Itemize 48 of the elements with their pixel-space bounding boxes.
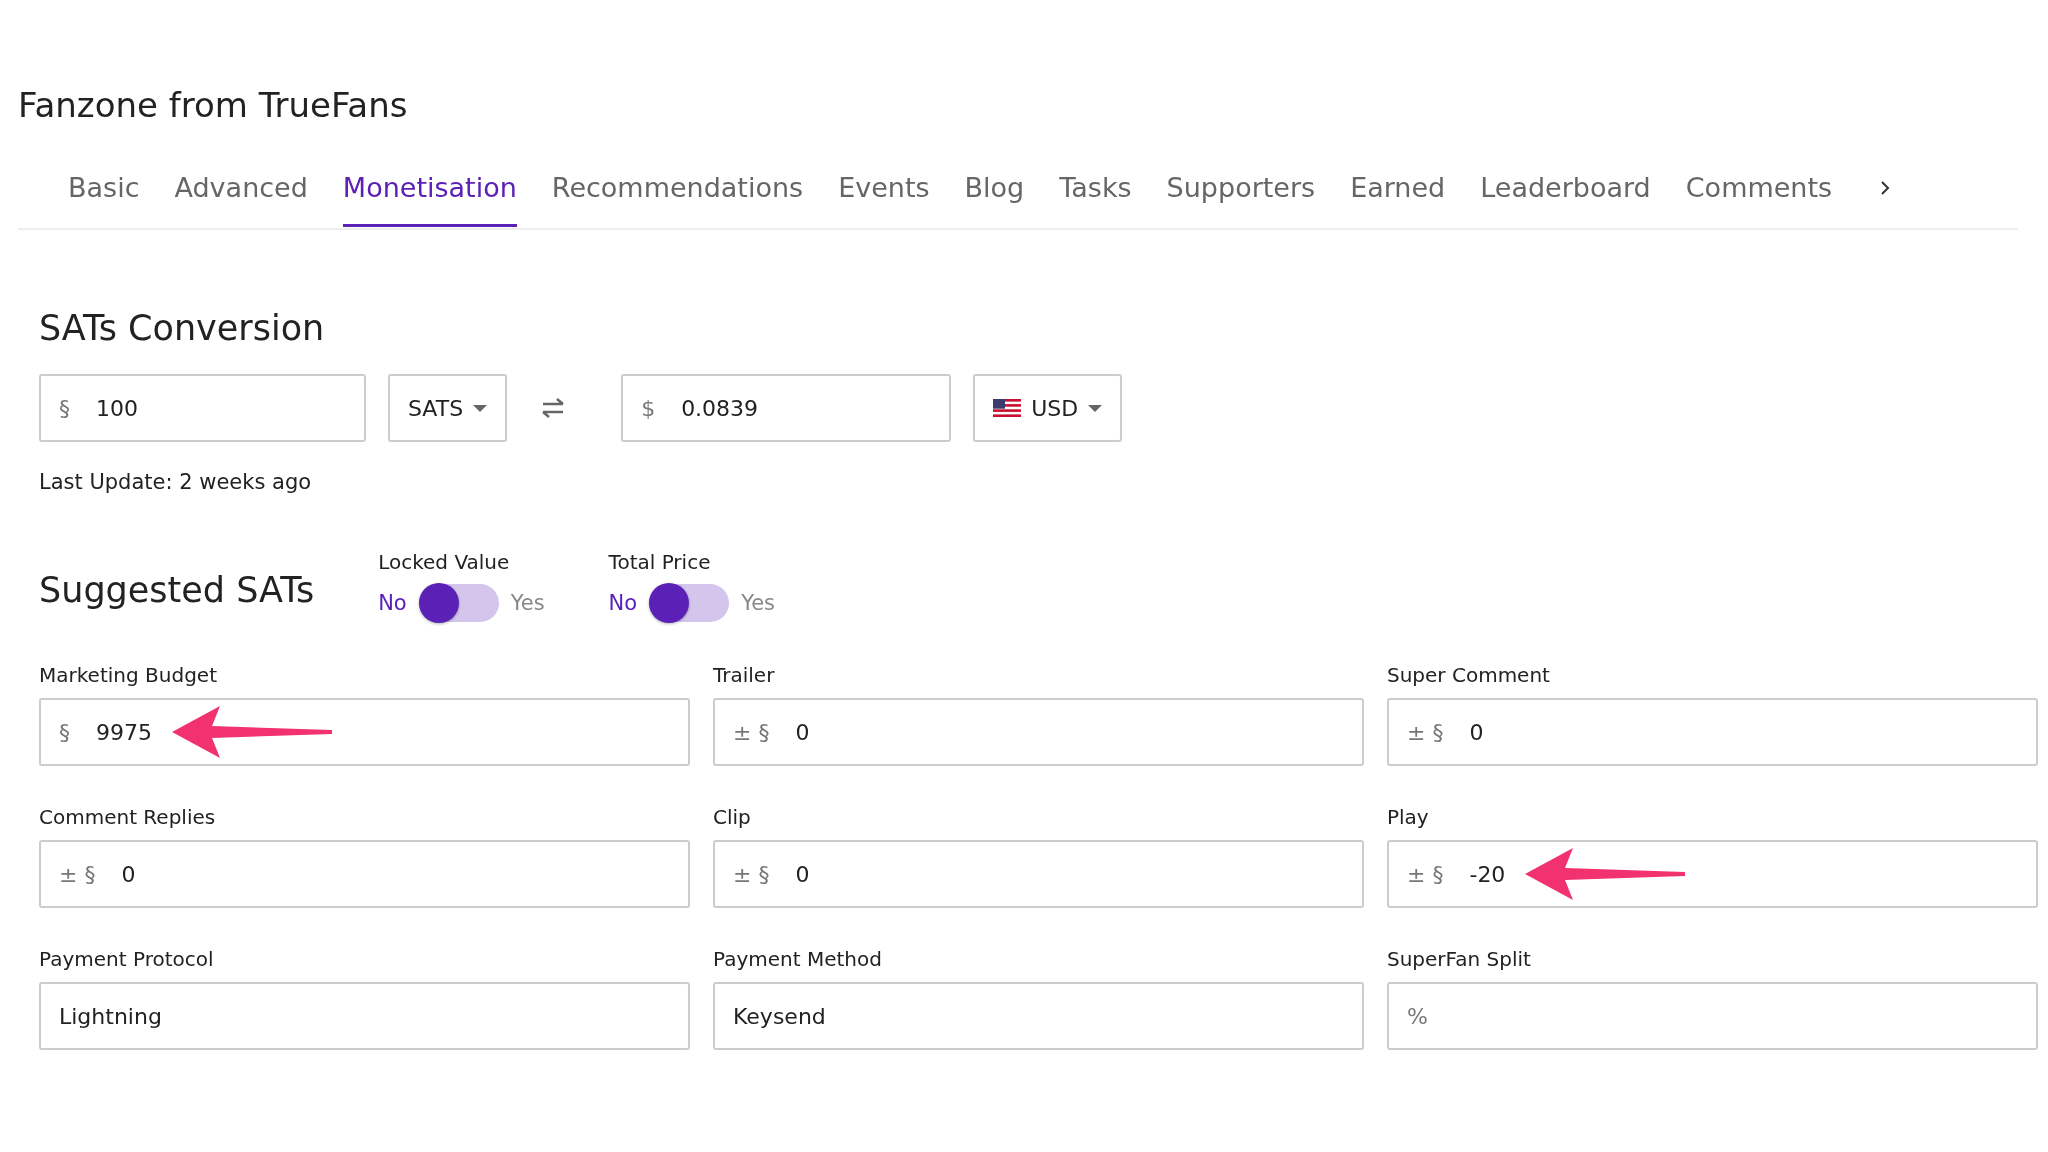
field-label: Payment Protocol xyxy=(39,946,215,972)
input-field[interactable]: % xyxy=(1387,982,2038,1050)
input-field[interactable]: ± § 0 xyxy=(1387,698,2038,766)
field-label: Super Comment xyxy=(1387,662,1551,688)
currency-dropdown[interactable]: USD xyxy=(973,374,1123,442)
last-update-text: Last Update: 2 weeks ago xyxy=(39,470,313,494)
input-field[interactable]: ± § 0 xyxy=(39,840,690,908)
tab[interactable]: Recommendations xyxy=(551,165,804,227)
section-heading: Suggested SATs xyxy=(39,569,315,612)
toggle-switch[interactable] xyxy=(418,584,499,622)
tab[interactable]: Monetisation xyxy=(342,165,517,227)
tab[interactable]: Tasks xyxy=(1059,165,1132,227)
input-field[interactable]: ± § -20 xyxy=(1387,840,2038,908)
flag-icon xyxy=(993,399,1022,417)
input-field[interactable]: ± § 0 xyxy=(713,698,1364,766)
input-field[interactable]: Keysend xyxy=(713,982,1364,1050)
tab[interactable]: Events xyxy=(838,165,930,227)
input-field[interactable]: § 9975 xyxy=(39,698,690,766)
input-field[interactable]: Lightning xyxy=(39,982,690,1050)
field-label: Payment Method xyxy=(713,946,883,972)
field-label: SuperFan Split xyxy=(1387,946,1532,972)
sats-amount-field[interactable]: § 100 xyxy=(39,374,366,442)
tab[interactable]: Earned xyxy=(1350,165,1446,227)
toggle-label: Locked Value xyxy=(378,550,511,574)
field-label: Play xyxy=(1387,804,1430,830)
caret-icon xyxy=(473,404,488,412)
toggle-label: Total Price xyxy=(608,550,712,574)
tab[interactable]: Leaderboard xyxy=(1480,165,1651,227)
toggle-switch[interactable] xyxy=(649,584,730,622)
section-heading: SATs Conversion xyxy=(39,307,326,350)
tab[interactable]: Supporters xyxy=(1166,165,1316,227)
input-field[interactable]: ± § 0 xyxy=(713,840,1364,908)
toggle-option: No xyxy=(608,591,638,615)
fiat-amount-field[interactable]: $ 0.0839 xyxy=(621,374,952,442)
toggle-option: Yes xyxy=(741,591,776,615)
field-label: Clip xyxy=(713,804,752,830)
tab[interactable]: Basic xyxy=(68,165,140,227)
tab[interactable]: Advanced xyxy=(174,165,308,227)
unit-dropdown[interactable]: SATS xyxy=(388,374,508,442)
field-label: Marketing Budget xyxy=(39,662,218,688)
page-title: Fanzone from TrueFans xyxy=(18,84,409,127)
field-label: Comment Replies xyxy=(39,804,217,830)
toggle-option: Yes xyxy=(510,591,545,615)
field-label: Trailer xyxy=(713,662,776,688)
toggle-option: No xyxy=(378,591,407,615)
tab[interactable]: Comments xyxy=(1685,165,1833,227)
caret-icon xyxy=(1088,404,1103,412)
tab[interactable]: Blog xyxy=(964,165,1025,227)
